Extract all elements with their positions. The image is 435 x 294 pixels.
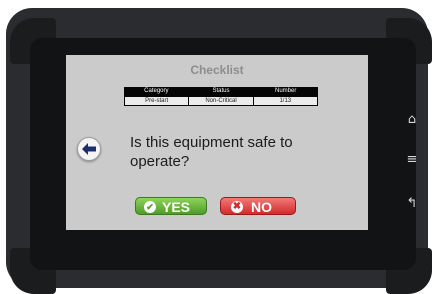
- menu-icon[interactable]: ≡: [404, 152, 420, 168]
- page-title: Checklist: [190, 63, 244, 77]
- header-status: Status: [212, 88, 230, 94]
- info-table-header: Category Status Number: [124, 87, 318, 96]
- app-screen: Checklist Category Status Number Pre-sta…: [66, 55, 368, 230]
- cell-category: Pre-start: [125, 97, 190, 105]
- yes-button[interactable]: ✔ YES: [135, 197, 207, 215]
- info-table-row: Pre-start Non-Critical 1/13: [124, 96, 318, 106]
- no-button-label: NO: [251, 199, 272, 215]
- header-category: Category: [144, 88, 169, 94]
- cell-status: Non-Critical: [189, 97, 254, 105]
- header-number: Number: [275, 88, 297, 94]
- home-icon[interactable]: ⌂: [404, 112, 420, 128]
- check-icon: ✔: [144, 201, 156, 213]
- checklist-question: Is this equipment safe to operate?: [130, 134, 293, 170]
- back-button[interactable]: [77, 137, 101, 161]
- cross-icon: ✖: [231, 201, 243, 213]
- checklist-info-table: Category Status Number Pre-start Non-Cri…: [124, 87, 318, 106]
- back-arrow-icon: [82, 143, 96, 155]
- no-button[interactable]: ✖ NO: [220, 197, 296, 215]
- cell-number: 1/13: [279, 98, 292, 104]
- yes-button-label: YES: [162, 199, 191, 215]
- return-icon[interactable]: ↰: [404, 196, 420, 212]
